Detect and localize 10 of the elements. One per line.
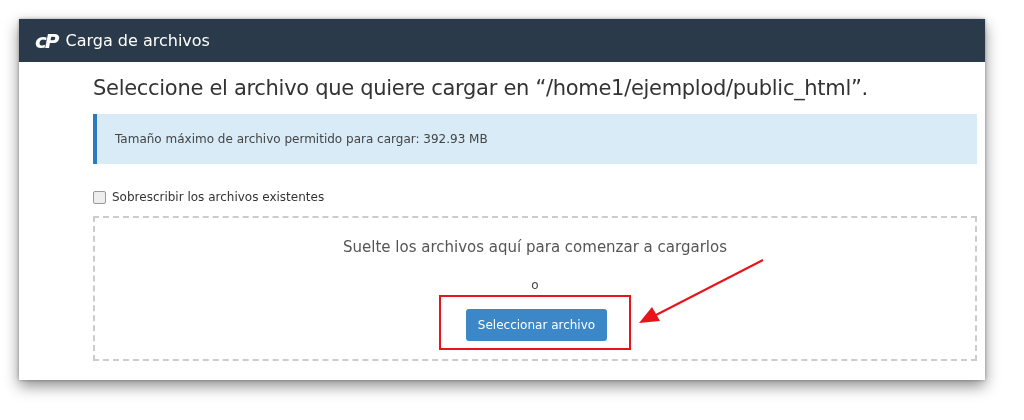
window-title: Carga de archivos [65, 31, 210, 50]
checkbox-label: Sobrescribir los archivos existentes [112, 190, 325, 204]
logo: cP [35, 28, 58, 53]
info-alert: Tamaño máximo de archivo permitido para cargar: 392.93 MB [93, 114, 977, 164]
drop-zone[interactable]: Suelte los archivos aquí para comenzar a cargarlos o Seleccionar archivo [93, 216, 977, 361]
select-file-button[interactable]: Seleccionar archivo [465, 309, 608, 341]
page-heading: Seleccione el archivo que quiere cargar en “/home1/ejemplod/public_html”. [93, 76, 869, 100]
drop-prompt: Suelte los archivos aquí para comenzar a cargarlos [343, 238, 727, 256]
separator-text: o [531, 278, 539, 292]
overwrite-checkbox[interactable] [93, 190, 106, 204]
